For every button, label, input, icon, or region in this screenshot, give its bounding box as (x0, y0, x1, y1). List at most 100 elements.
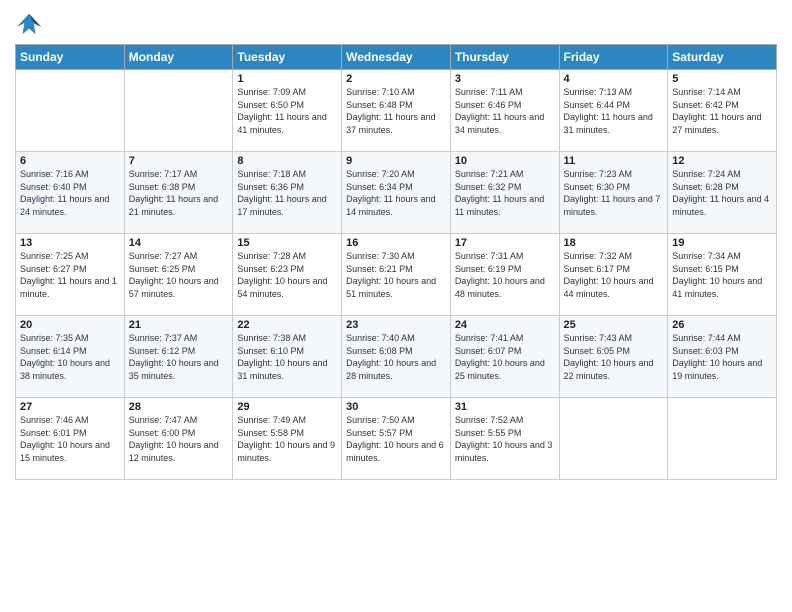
calendar-cell: 23Sunrise: 7:40 AM Sunset: 6:08 PM Dayli… (342, 316, 451, 398)
day-info: Sunrise: 7:37 AM Sunset: 6:12 PM Dayligh… (129, 332, 229, 382)
day-number: 10 (455, 155, 555, 167)
day-info: Sunrise: 7:17 AM Sunset: 6:38 PM Dayligh… (129, 168, 229, 218)
day-info: Sunrise: 7:46 AM Sunset: 6:01 PM Dayligh… (20, 414, 120, 464)
day-number: 21 (129, 319, 229, 331)
calendar-cell: 17Sunrise: 7:31 AM Sunset: 6:19 PM Dayli… (450, 234, 559, 316)
day-info: Sunrise: 7:34 AM Sunset: 6:15 PM Dayligh… (672, 250, 772, 300)
day-info: Sunrise: 7:16 AM Sunset: 6:40 PM Dayligh… (20, 168, 120, 218)
calendar-cell: 20Sunrise: 7:35 AM Sunset: 6:14 PM Dayli… (16, 316, 125, 398)
calendar-week-1: 1Sunrise: 7:09 AM Sunset: 6:50 PM Daylig… (16, 70, 777, 152)
calendar-cell: 21Sunrise: 7:37 AM Sunset: 6:12 PM Dayli… (124, 316, 233, 398)
calendar-cell: 14Sunrise: 7:27 AM Sunset: 6:25 PM Dayli… (124, 234, 233, 316)
calendar-cell: 25Sunrise: 7:43 AM Sunset: 6:05 PM Dayli… (559, 316, 668, 398)
day-info: Sunrise: 7:13 AM Sunset: 6:44 PM Dayligh… (564, 86, 664, 136)
calendar-cell: 26Sunrise: 7:44 AM Sunset: 6:03 PM Dayli… (668, 316, 777, 398)
day-info: Sunrise: 7:32 AM Sunset: 6:17 PM Dayligh… (564, 250, 664, 300)
day-info: Sunrise: 7:41 AM Sunset: 6:07 PM Dayligh… (455, 332, 555, 382)
day-number: 13 (20, 237, 120, 249)
day-info: Sunrise: 7:25 AM Sunset: 6:27 PM Dayligh… (20, 250, 120, 300)
day-number: 11 (564, 155, 664, 167)
calendar-cell: 13Sunrise: 7:25 AM Sunset: 6:27 PM Dayli… (16, 234, 125, 316)
day-number: 15 (237, 237, 337, 249)
day-number: 28 (129, 401, 229, 413)
weekday-wednesday: Wednesday (342, 45, 451, 70)
day-number: 6 (20, 155, 120, 167)
day-info: Sunrise: 7:31 AM Sunset: 6:19 PM Dayligh… (455, 250, 555, 300)
day-number: 5 (672, 73, 772, 85)
day-info: Sunrise: 7:35 AM Sunset: 6:14 PM Dayligh… (20, 332, 120, 382)
calendar-cell: 4Sunrise: 7:13 AM Sunset: 6:44 PM Daylig… (559, 70, 668, 152)
day-number: 2 (346, 73, 446, 85)
calendar-cell: 12Sunrise: 7:24 AM Sunset: 6:28 PM Dayli… (668, 152, 777, 234)
day-info: Sunrise: 7:38 AM Sunset: 6:10 PM Dayligh… (237, 332, 337, 382)
calendar-cell: 19Sunrise: 7:34 AM Sunset: 6:15 PM Dayli… (668, 234, 777, 316)
calendar-week-3: 13Sunrise: 7:25 AM Sunset: 6:27 PM Dayli… (16, 234, 777, 316)
calendar-cell (559, 398, 668, 480)
day-info: Sunrise: 7:28 AM Sunset: 6:23 PM Dayligh… (237, 250, 337, 300)
calendar-cell: 9Sunrise: 7:20 AM Sunset: 6:34 PM Daylig… (342, 152, 451, 234)
day-number: 9 (346, 155, 446, 167)
day-info: Sunrise: 7:47 AM Sunset: 6:00 PM Dayligh… (129, 414, 229, 464)
calendar-table: SundayMondayTuesdayWednesdayThursdayFrid… (15, 44, 777, 480)
calendar-week-2: 6Sunrise: 7:16 AM Sunset: 6:40 PM Daylig… (16, 152, 777, 234)
day-info: Sunrise: 7:24 AM Sunset: 6:28 PM Dayligh… (672, 168, 772, 218)
day-info: Sunrise: 7:50 AM Sunset: 5:57 PM Dayligh… (346, 414, 446, 464)
calendar-cell: 7Sunrise: 7:17 AM Sunset: 6:38 PM Daylig… (124, 152, 233, 234)
day-number: 8 (237, 155, 337, 167)
day-info: Sunrise: 7:21 AM Sunset: 6:32 PM Dayligh… (455, 168, 555, 218)
calendar-cell: 22Sunrise: 7:38 AM Sunset: 6:10 PM Dayli… (233, 316, 342, 398)
day-number: 27 (20, 401, 120, 413)
day-number: 24 (455, 319, 555, 331)
day-info: Sunrise: 7:14 AM Sunset: 6:42 PM Dayligh… (672, 86, 772, 136)
calendar-cell (124, 70, 233, 152)
day-number: 16 (346, 237, 446, 249)
calendar-cell: 30Sunrise: 7:50 AM Sunset: 5:57 PM Dayli… (342, 398, 451, 480)
day-info: Sunrise: 7:44 AM Sunset: 6:03 PM Dayligh… (672, 332, 772, 382)
calendar-week-4: 20Sunrise: 7:35 AM Sunset: 6:14 PM Dayli… (16, 316, 777, 398)
calendar-cell: 15Sunrise: 7:28 AM Sunset: 6:23 PM Dayli… (233, 234, 342, 316)
weekday-saturday: Saturday (668, 45, 777, 70)
day-number: 4 (564, 73, 664, 85)
logo (15, 10, 47, 38)
day-info: Sunrise: 7:30 AM Sunset: 6:21 PM Dayligh… (346, 250, 446, 300)
weekday-monday: Monday (124, 45, 233, 70)
day-info: Sunrise: 7:09 AM Sunset: 6:50 PM Dayligh… (237, 86, 337, 136)
calendar-cell: 11Sunrise: 7:23 AM Sunset: 6:30 PM Dayli… (559, 152, 668, 234)
logo-icon (15, 10, 43, 38)
calendar-cell: 16Sunrise: 7:30 AM Sunset: 6:21 PM Dayli… (342, 234, 451, 316)
weekday-header-row: SundayMondayTuesdayWednesdayThursdayFrid… (16, 45, 777, 70)
calendar-cell (16, 70, 125, 152)
day-info: Sunrise: 7:11 AM Sunset: 6:46 PM Dayligh… (455, 86, 555, 136)
calendar-body: 1Sunrise: 7:09 AM Sunset: 6:50 PM Daylig… (16, 70, 777, 480)
day-info: Sunrise: 7:43 AM Sunset: 6:05 PM Dayligh… (564, 332, 664, 382)
calendar-week-5: 27Sunrise: 7:46 AM Sunset: 6:01 PM Dayli… (16, 398, 777, 480)
day-number: 18 (564, 237, 664, 249)
day-number: 17 (455, 237, 555, 249)
calendar-cell: 24Sunrise: 7:41 AM Sunset: 6:07 PM Dayli… (450, 316, 559, 398)
calendar-cell: 5Sunrise: 7:14 AM Sunset: 6:42 PM Daylig… (668, 70, 777, 152)
calendar-cell: 18Sunrise: 7:32 AM Sunset: 6:17 PM Dayli… (559, 234, 668, 316)
calendar-cell: 31Sunrise: 7:52 AM Sunset: 5:55 PM Dayli… (450, 398, 559, 480)
day-number: 1 (237, 73, 337, 85)
day-number: 19 (672, 237, 772, 249)
calendar-cell: 29Sunrise: 7:49 AM Sunset: 5:58 PM Dayli… (233, 398, 342, 480)
day-number: 14 (129, 237, 229, 249)
day-number: 3 (455, 73, 555, 85)
day-number: 31 (455, 401, 555, 413)
day-number: 12 (672, 155, 772, 167)
day-info: Sunrise: 7:40 AM Sunset: 6:08 PM Dayligh… (346, 332, 446, 382)
day-info: Sunrise: 7:52 AM Sunset: 5:55 PM Dayligh… (455, 414, 555, 464)
day-info: Sunrise: 7:18 AM Sunset: 6:36 PM Dayligh… (237, 168, 337, 218)
day-number: 30 (346, 401, 446, 413)
calendar-cell (668, 398, 777, 480)
day-info: Sunrise: 7:27 AM Sunset: 6:25 PM Dayligh… (129, 250, 229, 300)
day-number: 23 (346, 319, 446, 331)
day-number: 7 (129, 155, 229, 167)
calendar-cell: 1Sunrise: 7:09 AM Sunset: 6:50 PM Daylig… (233, 70, 342, 152)
day-info: Sunrise: 7:20 AM Sunset: 6:34 PM Dayligh… (346, 168, 446, 218)
calendar-cell: 3Sunrise: 7:11 AM Sunset: 6:46 PM Daylig… (450, 70, 559, 152)
weekday-friday: Friday (559, 45, 668, 70)
day-info: Sunrise: 7:23 AM Sunset: 6:30 PM Dayligh… (564, 168, 664, 218)
day-number: 25 (564, 319, 664, 331)
weekday-thursday: Thursday (450, 45, 559, 70)
